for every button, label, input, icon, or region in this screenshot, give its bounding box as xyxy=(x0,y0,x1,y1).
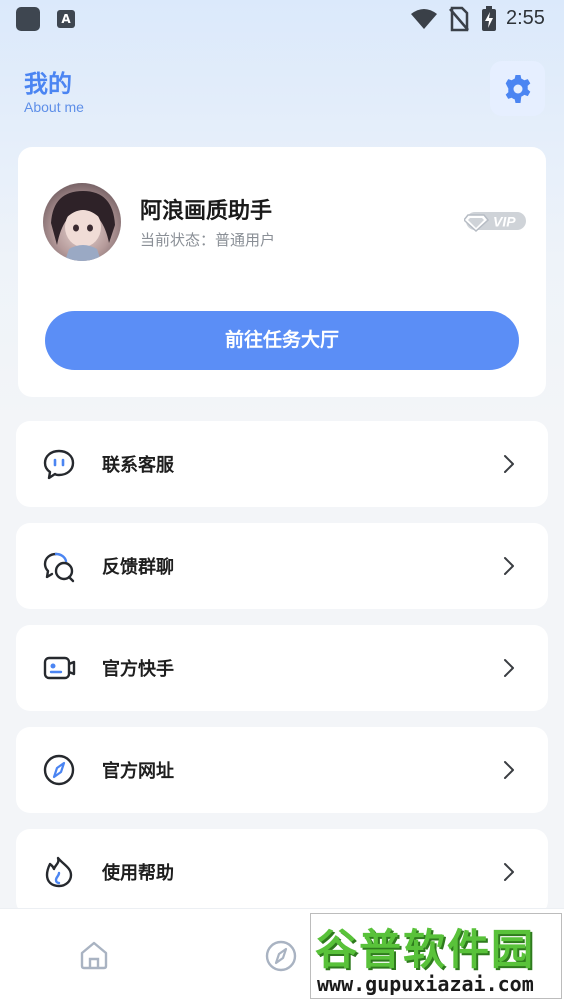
page-title: 我的 xyxy=(24,70,72,98)
menu-item-help[interactable]: 使用帮助 xyxy=(16,829,548,915)
menu-item-feedback-group[interactable]: 反馈群聊 xyxy=(16,523,548,609)
chevron-right-icon xyxy=(504,761,514,779)
menu-label: 官方网址 xyxy=(102,761,174,782)
watermark-url: www.gupuxiazai.com xyxy=(317,972,534,996)
page-subtitle: About me xyxy=(24,99,84,115)
chevron-right-icon xyxy=(504,455,514,473)
chevron-right-icon xyxy=(504,659,514,677)
status-bar: A 2:55 xyxy=(0,0,564,40)
app-notification-icon xyxy=(16,7,40,31)
battery-charging-icon xyxy=(482,6,496,31)
menu-item-official-kuaishou[interactable]: 官方快手 xyxy=(16,625,548,711)
compass-icon xyxy=(43,754,75,786)
membership-status: 当前状态：普通用户 xyxy=(140,231,276,249)
flame-icon xyxy=(45,856,73,888)
home-icon[interactable] xyxy=(78,939,110,971)
menu-label: 官方快手 xyxy=(102,659,174,680)
watermark: 谷普软件园 www.gupuxiazai.com xyxy=(310,913,562,999)
menu-item-official-website[interactable]: 官方网址 xyxy=(16,727,548,813)
avatar[interactable] xyxy=(43,183,121,261)
menu-label: 反馈群聊 xyxy=(102,557,174,578)
menu-label: 联系客服 xyxy=(102,455,174,476)
no-sim-icon xyxy=(449,6,469,32)
avatar-image xyxy=(51,191,115,261)
profile-card: 阿浪画质助手 当前状态：普通用户 VIP 前往任务大厅 xyxy=(18,147,546,397)
vip-label: VIP xyxy=(493,214,516,230)
gear-icon xyxy=(505,74,530,103)
chevron-right-icon xyxy=(504,557,514,575)
keyboard-notification-icon: A xyxy=(57,10,75,28)
task-hall-button[interactable]: 前往任务大厅 xyxy=(45,311,519,370)
menu-item-customer-service[interactable]: 联系客服 xyxy=(16,421,548,507)
chat-bubble-icon xyxy=(43,449,75,480)
clock-time: 2:55 xyxy=(506,7,545,29)
watermark-title: 谷普软件园 xyxy=(315,925,536,974)
chevron-right-icon xyxy=(504,863,514,881)
video-camera-icon xyxy=(43,656,76,680)
vip-badge: VIP xyxy=(464,212,526,233)
username: 阿浪画质助手 xyxy=(140,199,273,224)
menu-label: 使用帮助 xyxy=(102,863,174,884)
wifi-icon xyxy=(411,9,437,29)
settings-button[interactable] xyxy=(490,61,545,116)
compass-icon[interactable] xyxy=(264,939,298,973)
group-chat-icon xyxy=(43,552,75,583)
